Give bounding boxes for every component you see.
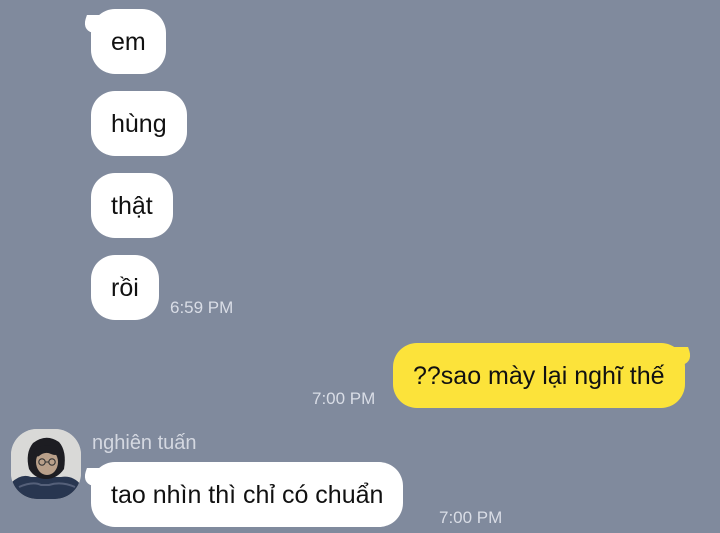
message-text: hùng (111, 109, 167, 138)
message-bubble-incoming[interactable]: em (91, 9, 166, 74)
message-bubble-incoming[interactable]: hùng (91, 91, 187, 156)
sender-name: nghiên tuấn (92, 432, 197, 454)
message-timestamp: 6:59 PM (170, 298, 234, 317)
message-timestamp: 7:00 PM (312, 389, 376, 408)
message-bubble-incoming[interactable]: rồi (91, 255, 159, 320)
message-bubble-incoming[interactable]: thật (91, 173, 173, 238)
message-text: ??sao mày lại nghĩ thế (413, 361, 665, 390)
message-text: rồi (111, 273, 139, 302)
message-text: em (111, 27, 146, 56)
user-avatar-photo-icon (11, 429, 81, 499)
message-bubble-outgoing[interactable]: ??sao mày lại nghĩ thế (393, 343, 685, 408)
chat-thread: em hùng thật rồi 6:59 PM 7:00 PM ??sao m… (0, 0, 720, 533)
message-text: tao nhìn thì chỉ có chuẩn (111, 480, 384, 509)
message-timestamp: 7:00 PM (439, 508, 503, 527)
message-bubble-incoming[interactable]: tao nhìn thì chỉ có chuẩn (91, 462, 404, 527)
message-text: thật (111, 191, 153, 220)
sender-avatar[interactable] (11, 429, 81, 499)
